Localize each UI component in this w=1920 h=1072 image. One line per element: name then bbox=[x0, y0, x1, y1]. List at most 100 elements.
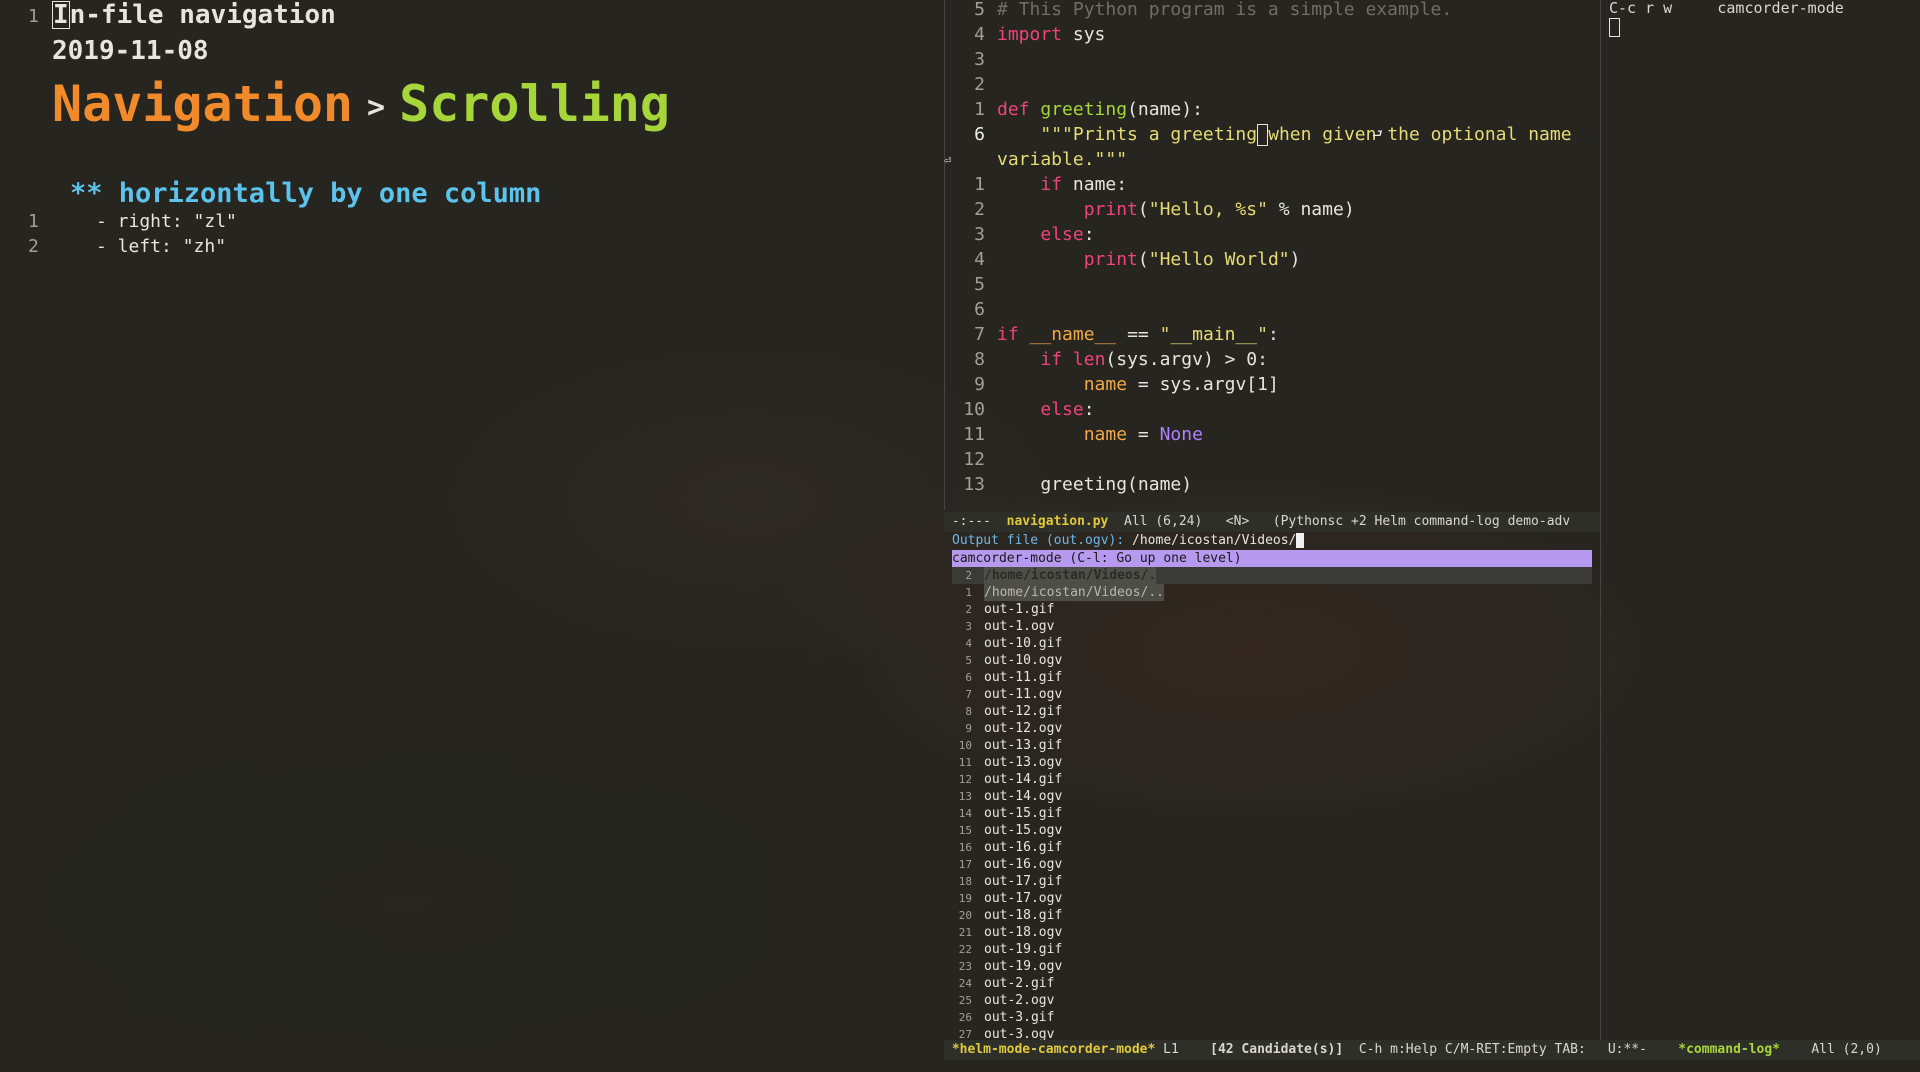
list-item[interactable]: - right: "zl" bbox=[96, 211, 237, 232]
line-number: 4 bbox=[974, 24, 985, 45]
helm-candidate[interactable]: 8 out-12.gif bbox=[952, 703, 1592, 720]
code-line[interactable]: 2 print("Hello, %s" % name) bbox=[945, 197, 1601, 222]
helm-candidate[interactable]: 13 out-14.ogv bbox=[952, 788, 1592, 805]
helm-candidate[interactable]: 12 out-14.gif bbox=[952, 771, 1592, 788]
line-number: 11 bbox=[963, 424, 985, 445]
candidate-index: 5 bbox=[965, 654, 972, 667]
code-line[interactable]: 6 bbox=[945, 297, 1601, 322]
helm-candidate[interactable]: 23 out-19.ogv bbox=[952, 958, 1592, 975]
helm-candidate[interactable]: 26 out-3.gif bbox=[952, 1009, 1592, 1026]
code-line[interactable]: 10 else: bbox=[945, 397, 1601, 422]
code-line[interactable]: 4 import sys bbox=[945, 22, 1601, 47]
helm-candidate[interactable]: 3 out-1.ogv bbox=[952, 618, 1592, 635]
helm-candidate[interactable]: 25 out-2.ogv bbox=[952, 992, 1592, 1009]
line-number: 7 bbox=[974, 324, 985, 345]
code-line[interactable]: 1 if name: bbox=[945, 172, 1601, 197]
candidate-filename: out-19.ogv bbox=[984, 959, 1063, 974]
line-number: 8 bbox=[974, 349, 985, 370]
line-number: 4 bbox=[974, 249, 985, 270]
code-text: if name: bbox=[1040, 174, 1128, 195]
code-line[interactable]: 6 """Prints a greeting when given the opt… bbox=[945, 122, 1601, 147]
candidate-filename: out-10.gif bbox=[984, 636, 1063, 651]
code-line[interactable]: 11 name = None bbox=[945, 422, 1601, 447]
list-item[interactable]: - left: "zh" bbox=[96, 236, 226, 257]
prompt-input[interactable]: /home/icostan/Videos/ bbox=[1132, 533, 1296, 548]
helm-candidate[interactable]: 21 out-18.ogv bbox=[952, 924, 1592, 941]
buffer-name[interactable]: navigation.py bbox=[1007, 514, 1109, 529]
code-line[interactable]: 3 else: bbox=[945, 222, 1601, 247]
helm-candidate[interactable]: 22 out-19.gif bbox=[952, 941, 1592, 958]
breadcrumb-parent[interactable]: Navigation bbox=[52, 75, 353, 133]
candidate-index: 24 bbox=[958, 977, 972, 990]
cursor-position: All (6,24) bbox=[1124, 514, 1203, 529]
helm-candidate[interactable]: 2 out-1.gif bbox=[952, 601, 1592, 618]
helm-candidate[interactable]: 6 out-11.gif bbox=[952, 669, 1592, 686]
code-line[interactable]: 7 if __name__ == "__main__": bbox=[945, 322, 1601, 347]
candidate-index: 26 bbox=[958, 1011, 972, 1024]
code-text: if __name__ == "__main__": bbox=[997, 324, 1279, 345]
code-line[interactable]: 5 # This Python program is a simple examp… bbox=[945, 0, 1601, 22]
code-line[interactable]: 8 if len(sys.argv) > 0: bbox=[945, 347, 1601, 372]
code-line[interactable]: 12 bbox=[945, 447, 1601, 472]
code-line[interactable]: 5 bbox=[945, 272, 1601, 297]
org-buffer-pane[interactable]: 1 In-file navigation 2019-11-08 Navigati… bbox=[0, 0, 944, 1072]
command-log-pane[interactable]: C-c r w camcorder-mode bbox=[1600, 0, 1920, 1040]
helm-candidate[interactable]: 17 out-16.ogv bbox=[952, 856, 1592, 873]
python-editor-pane[interactable]: 5 # This Python program is a simple examp… bbox=[944, 0, 1601, 510]
cursor-position: All (2,0) bbox=[1811, 1042, 1882, 1057]
candidate-index: 2 bbox=[965, 569, 972, 582]
document-date: 2019-11-08 bbox=[52, 36, 209, 66]
code-text: print("Hello, %s" % name) bbox=[1083, 199, 1355, 220]
helm-candidate[interactable]: 1/home/icostan/Videos/.. bbox=[952, 584, 1592, 601]
helm-candidate[interactable]: 24 out-2.gif bbox=[952, 975, 1592, 992]
helm-candidate[interactable]: 11 out-13.ogv bbox=[952, 754, 1592, 771]
helm-candidate[interactable]: 4 out-10.gif bbox=[952, 635, 1592, 652]
helm-candidate[interactable]: 14 out-15.gif bbox=[952, 805, 1592, 822]
candidate-filename: out-10.ogv bbox=[984, 653, 1063, 668]
line-number: 10 bbox=[963, 399, 985, 420]
code-line[interactable]: 9 name = sys.argv[1] bbox=[945, 372, 1601, 397]
line-number: 1 bbox=[974, 99, 985, 120]
minibuffer-prompt[interactable]: Output file (out.ogv): /home/icostan/Vid… bbox=[952, 532, 1305, 550]
helm-candidate[interactable]: 5 out-10.ogv bbox=[952, 652, 1592, 669]
document-title[interactable]: In-file navigation bbox=[52, 0, 336, 30]
code-line[interactable]: 13 greeting(name) bbox=[945, 472, 1601, 497]
candidate-filename: out-19.gif bbox=[984, 942, 1063, 957]
org-heading[interactable]: ** horizontally by one column bbox=[70, 178, 541, 209]
code-line[interactable]: 2 bbox=[945, 72, 1601, 97]
helm-candidate[interactable]: 16 out-16.gif bbox=[952, 839, 1592, 856]
candidate-filename: out-17.gif bbox=[984, 874, 1063, 889]
helm-candidate[interactable]: 7 out-11.ogv bbox=[952, 686, 1592, 703]
helm-candidate[interactable]: 18 out-17.gif bbox=[952, 873, 1592, 890]
helm-candidate[interactable]: 15 out-15.ogv bbox=[952, 822, 1592, 839]
command-log-entry: C-c r w camcorder-mode bbox=[1609, 0, 1844, 16]
candidate-filename: out-16.gif bbox=[984, 840, 1063, 855]
helm-candidate[interactable]: 9 out-12.ogv bbox=[952, 720, 1592, 737]
buffer-name[interactable]: *command-log* bbox=[1678, 1042, 1780, 1057]
helm-candidate[interactable]: 19 out-17.ogv bbox=[952, 890, 1592, 907]
code-line[interactable]: variable.""" bbox=[945, 147, 1601, 172]
breadcrumb-current: Scrolling bbox=[399, 75, 671, 133]
command-log-mode-line: U:**- *command-log* All (2,0) bbox=[1600, 1040, 1920, 1060]
helm-candidate[interactable]: 10 out-13.gif bbox=[952, 737, 1592, 754]
candidate-index: 21 bbox=[958, 926, 972, 939]
code-line[interactable]: 4 print("Hello World") bbox=[945, 247, 1601, 272]
code-line[interactable]: 1 def greeting(name): bbox=[945, 97, 1601, 122]
helm-candidate[interactable]: 20 out-18.gif bbox=[952, 907, 1592, 924]
helm-candidates-pane[interactable]: Output file (out.ogv): /home/icostan/Vid… bbox=[944, 532, 1600, 1042]
major-minor-modes[interactable]: (Pythonsc +2 Helm command-log demo-adv bbox=[1273, 514, 1570, 529]
candidate-index: 17 bbox=[958, 858, 972, 871]
line-number: 2 bbox=[28, 236, 39, 257]
code-line[interactable]: 3 bbox=[945, 47, 1601, 72]
evil-state-badge: <N> bbox=[1225, 514, 1250, 529]
line-number: 12 bbox=[963, 449, 985, 470]
candidate-filename: out-16.ogv bbox=[984, 857, 1063, 872]
candidate-index: 12 bbox=[958, 773, 972, 786]
line-number: 1 bbox=[28, 6, 39, 27]
candidate-filename: out-1.ogv bbox=[984, 619, 1055, 634]
code-text: if len(sys.argv) > 0: bbox=[1040, 349, 1268, 370]
candidate-index: 25 bbox=[958, 994, 972, 1007]
candidate-filename: out-18.gif bbox=[984, 908, 1063, 923]
helm-candidate[interactable]: 2/home/icostan/Videos/. bbox=[952, 567, 1592, 584]
line-number: 13 bbox=[963, 474, 985, 495]
